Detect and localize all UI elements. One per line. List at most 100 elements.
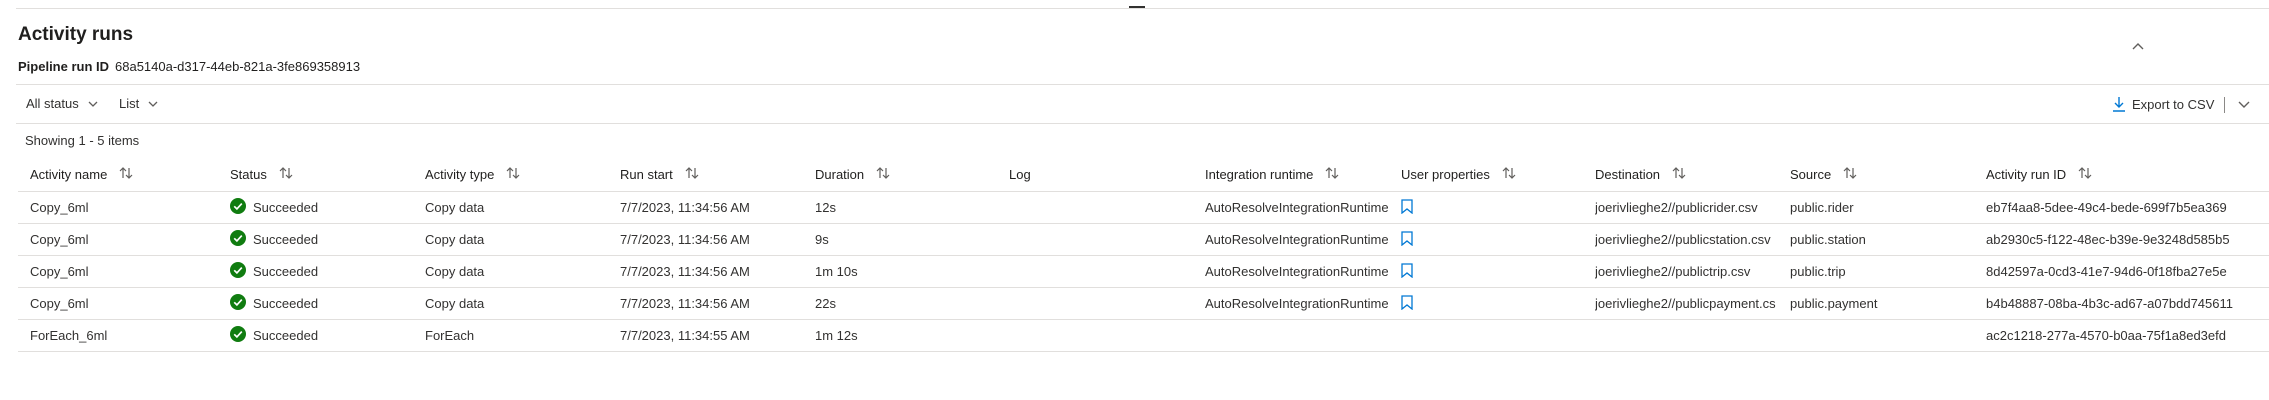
activity-name-text: Copy_6ml: [30, 200, 89, 215]
cell-activity-type: Copy data: [425, 256, 615, 287]
table-row[interactable]: Copy_6ml Succeeded Copy data 7/7/2023, 11:3…: [18, 288, 2269, 320]
cell-destination: joerivlieghe2//publictrip.csv: [1595, 256, 1785, 287]
run-start-text: 7/7/2023, 11:34:56 AM: [620, 200, 750, 215]
cell-activity-name: Copy_6ml: [30, 192, 225, 223]
status-text: Succeeded: [253, 200, 319, 215]
activity-run-id-text: b4b48887-08ba-4b3c-ad67-a07bdd745611: [1986, 296, 2233, 311]
activity-name-text: Copy_6ml: [30, 232, 89, 247]
column-header-log: Log: [1009, 157, 1199, 191]
cell-run-start: 7/7/2023, 11:34:56 AM: [620, 192, 810, 223]
table-header: Activity name Status Activity type Run star…: [18, 157, 2269, 192]
column-header-destination[interactable]: Destination: [1595, 157, 1785, 191]
cell-activity-name: ForEach_6ml: [30, 320, 225, 351]
bookmark-icon[interactable]: [1401, 198, 1413, 217]
column-header-source[interactable]: Source: [1790, 157, 1980, 191]
bookmark-icon[interactable]: [1401, 294, 1413, 313]
cell-integration-runtime: AutoResolveIntegrationRuntime: [1205, 256, 1397, 287]
status-text: Succeeded: [253, 232, 319, 247]
activity-run-id-text: 8d42597a-0cd3-41e7-94d6-0f18fba27e5e: [1986, 264, 2227, 279]
success-check-icon: [230, 262, 246, 281]
status-text: Succeeded: [253, 328, 319, 343]
cell-duration: 1m 12s: [815, 320, 1005, 351]
view-mode-dropdown[interactable]: List: [119, 96, 158, 111]
cell-log: [1009, 288, 1199, 319]
sort-icon[interactable]: [506, 166, 520, 182]
cell-source: public.payment: [1790, 288, 1980, 319]
cell-integration-runtime: [1205, 320, 1397, 351]
cell-activity-run-id: eb7f4aa8-5dee-49c4-bede-699f7b5ea369: [1986, 192, 2256, 223]
status-text: Succeeded: [253, 296, 319, 311]
cell-duration: 22s: [815, 288, 1005, 319]
table-row[interactable]: Copy_6ml Succeeded Copy data 7/7/2023, 11:3…: [18, 224, 2269, 256]
toolbar-separator: [2224, 97, 2225, 113]
table-row[interactable]: Copy_6ml Succeeded Copy data 7/7/2023, 11:3…: [18, 256, 2269, 288]
cell-run-start: 7/7/2023, 11:34:56 AM: [620, 256, 810, 287]
cell-integration-runtime: AutoResolveIntegrationRuntime: [1205, 288, 1397, 319]
cell-destination: joerivlieghe2//publicrider.csv: [1595, 192, 1785, 223]
column-header-label: Source: [1790, 166, 1832, 182]
collapse-panel-button[interactable]: [2128, 36, 2148, 56]
export-to-csv-button[interactable]: Export to CSV: [2112, 96, 2214, 112]
cell-log: [1009, 192, 1199, 223]
cell-source: public.rider: [1790, 192, 1980, 223]
column-header-activity-name[interactable]: Activity name: [30, 157, 225, 191]
sort-icon[interactable]: [685, 166, 699, 182]
activity-type-text: Copy data: [425, 264, 485, 279]
sort-icon[interactable]: [279, 166, 293, 182]
activity-type-text: Copy data: [425, 232, 485, 247]
filter-toolbar: All status List Export to CSV: [16, 84, 2269, 124]
cell-activity-type: Copy data: [425, 224, 615, 255]
column-header-status[interactable]: Status: [230, 157, 420, 191]
more-options-button[interactable]: [2234, 95, 2254, 115]
source-text: public.station: [1790, 232, 1866, 247]
duration-text: 1m 10s: [815, 264, 858, 279]
success-check-icon: [230, 198, 246, 217]
cell-status: Succeeded: [230, 192, 420, 223]
cell-user-properties: [1401, 288, 1591, 319]
cell-status: Succeeded: [230, 224, 420, 255]
download-icon: [2113, 97, 2125, 112]
column-header-activity-type[interactable]: Activity type: [425, 157, 615, 191]
bookmark-icon[interactable]: [1401, 262, 1413, 281]
cell-log: [1009, 224, 1199, 255]
pipeline-run-id-value: 68a5140a-d317-44eb-821a-3fe869358913: [115, 59, 361, 74]
sort-icon[interactable]: [876, 166, 890, 182]
pipeline-run-id: Pipeline run ID 68a5140a-d317-44eb-821a-3…: [18, 59, 360, 74]
column-header-user-properties[interactable]: User properties: [1401, 157, 1591, 191]
success-check-icon: [230, 230, 246, 249]
bookmark-icon[interactable]: [1401, 230, 1413, 249]
sort-icon[interactable]: [1672, 166, 1686, 182]
activity-type-text: Copy data: [425, 200, 485, 215]
sort-icon[interactable]: [1502, 166, 1516, 182]
sort-icon[interactable]: [1325, 166, 1339, 182]
chevron-down-icon: [148, 101, 158, 107]
resize-handle[interactable]: [1129, 6, 1145, 8]
column-header-run-start[interactable]: Run start: [620, 157, 810, 191]
cell-activity-name: Copy_6ml: [30, 288, 225, 319]
sort-icon[interactable]: [2078, 166, 2092, 182]
item-count: Showing 1 - 5 items: [25, 133, 140, 148]
duration-text: 12s: [815, 200, 836, 215]
activity-runs-table: Activity name Status Activity type Run star…: [18, 157, 2269, 352]
activity-run-id-text: ac2c1218-277a-4570-b0aa-75f1a8ed3efd: [1986, 328, 2226, 343]
cell-run-start: 7/7/2023, 11:34:56 AM: [620, 224, 810, 255]
table-row[interactable]: Copy_6ml Succeeded Copy data 7/7/2023, 11:3…: [18, 192, 2269, 224]
table-row[interactable]: ForEach_6ml Succeeded ForEach 7/7/2023, 11:…: [18, 320, 2269, 352]
cell-user-properties: [1401, 224, 1591, 255]
cell-activity-run-id: ab2930c5-f122-48ec-b39e-9e3248d585b5: [1986, 224, 2256, 255]
column-header-duration[interactable]: Duration: [815, 157, 1005, 191]
run-start-text: 7/7/2023, 11:34:56 AM: [620, 232, 750, 247]
sort-icon[interactable]: [1843, 166, 1857, 182]
status-filter-dropdown[interactable]: All status: [26, 96, 98, 111]
column-header-integration-runtime[interactable]: Integration runtime: [1205, 157, 1397, 191]
run-start-text: 7/7/2023, 11:34:56 AM: [620, 296, 750, 311]
run-start-text: 7/7/2023, 11:34:56 AM: [620, 264, 750, 279]
cell-status: Succeeded: [230, 288, 420, 319]
destination-text: joerivlieghe2//publicstation.csv: [1595, 232, 1771, 247]
column-header-activity-run-id[interactable]: Activity run ID: [1986, 157, 2256, 191]
column-header-label: Destination: [1595, 166, 1661, 182]
cell-status: Succeeded: [230, 256, 420, 287]
sort-icon[interactable]: [119, 166, 133, 182]
cell-activity-run-id: ac2c1218-277a-4570-b0aa-75f1a8ed3efd: [1986, 320, 2256, 351]
chevron-down-icon: [88, 101, 98, 107]
